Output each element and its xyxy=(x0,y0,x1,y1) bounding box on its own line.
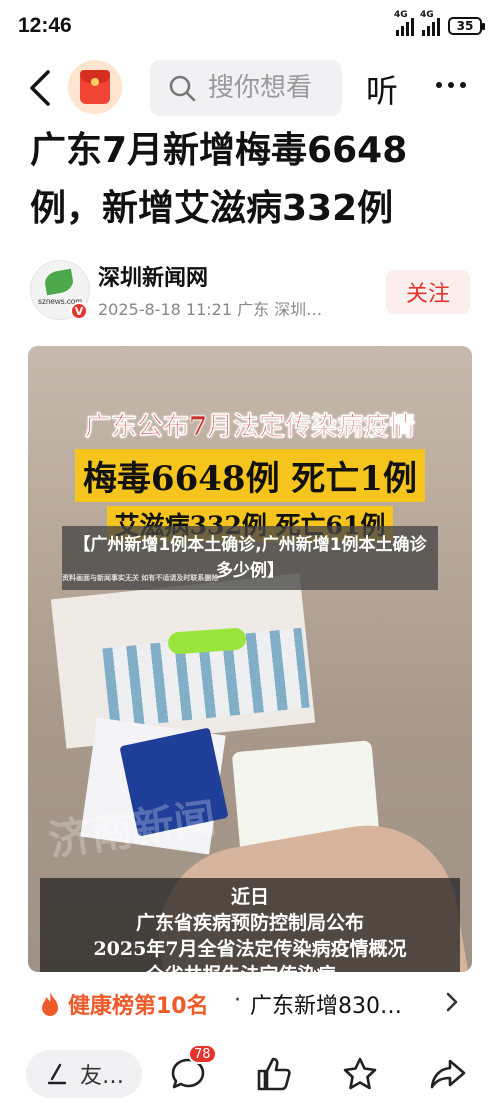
verified-badge: V xyxy=(70,302,88,320)
watermark: 济南新闻 xyxy=(45,793,220,866)
leaf-logo-icon xyxy=(43,268,75,296)
hot-rank-label: 健康榜第10名 xyxy=(68,994,209,1019)
fire-icon xyxy=(42,992,58,1016)
back-button[interactable] xyxy=(20,66,60,110)
top-nav: 听 xyxy=(0,56,500,120)
follow-button[interactable]: 关注 xyxy=(386,270,470,314)
star-icon xyxy=(343,1057,377,1090)
like-icon xyxy=(257,1057,291,1091)
subtitle-line-2: 广东省疾病预防控制局公布 xyxy=(135,912,364,934)
share-icon xyxy=(430,1059,466,1089)
comment-count-badge: 78 xyxy=(188,1044,217,1064)
separator-dot: · xyxy=(234,988,241,1013)
back-arrow-icon xyxy=(30,70,50,106)
status-bar: 12:46 4G 4G 35 xyxy=(0,0,500,52)
battery-level: 35 xyxy=(456,19,474,33)
status-time: 12:46 xyxy=(18,14,72,37)
bottom-action-bar: 友… 78 xyxy=(0,1040,500,1111)
article-video[interactable]: 济南新闻 广东公布7月法定传染病疫情 梅毒6648例 死亡1例 艾滋病332例 … xyxy=(28,346,472,972)
subtitle-line-3: 2025年7月全省法定传染病疫情概况 xyxy=(93,938,407,960)
video-subtitle: 近日 广东省疾病预防控制局公布 2025年7月全省法定传染病疫情概况 全省共报告… xyxy=(40,878,460,972)
author-name[interactable]: 深圳新闻网 xyxy=(98,260,208,292)
more-icon[interactable] xyxy=(436,82,466,88)
like-button[interactable] xyxy=(254,1054,294,1094)
share-button[interactable] xyxy=(428,1054,468,1094)
source-note: 资料画面与新闻事实无关 如有不适请及时联系删除 xyxy=(62,574,219,582)
hot-list-bar[interactable]: 健康榜第10名 · 广东新增830… xyxy=(0,972,500,1032)
author-row: sznews.com V 深圳新闻网 2025-8-18 11:21 广东 深圳… xyxy=(30,256,470,326)
listen-button[interactable]: 听 xyxy=(366,66,398,112)
signal-icon-2: 4G xyxy=(420,10,440,36)
network-type-2: 4G xyxy=(420,10,434,20)
search-icon xyxy=(169,75,196,102)
battery-icon: 35 xyxy=(448,17,485,35)
overlay-title: 广东公布7月法定传染病疫情 梅毒6648例 死亡1例 艾滋病332例 死亡61例 xyxy=(28,406,472,542)
status-indicators: 4G 4G 35 xyxy=(394,10,485,38)
subtitle-line-1: 近日 xyxy=(230,886,269,908)
hot-topic-text: 广东新增830… xyxy=(250,994,402,1019)
caption-bar: 【广州新增1例本土确诊,广州新增1例本土确诊多少例】 资料画面与新闻事实无关 如… xyxy=(62,526,438,590)
overlay-line-1: 广东公布7月法定传染病疫情 xyxy=(84,412,416,443)
article-meta: 2025-8-18 11:21 广东 深圳… xyxy=(98,300,323,319)
red-packet-button[interactable] xyxy=(68,60,122,114)
signal-icon: 4G xyxy=(394,10,414,36)
subtitle-line-4: 全省共报告法定传染病… xyxy=(40,962,460,972)
search-box[interactable] xyxy=(150,60,342,116)
pen-icon xyxy=(47,1063,67,1085)
comment-placeholder: 友… xyxy=(80,1064,125,1089)
chevron-right-icon xyxy=(446,992,458,1012)
favorite-button[interactable] xyxy=(340,1054,380,1094)
comment-input[interactable]: 友… xyxy=(26,1050,142,1098)
overlay-line-2: 梅毒6648例 死亡1例 xyxy=(74,449,426,502)
red-packet-icon xyxy=(80,70,110,104)
article-title: 广东7月新增梅毒6648例，新增艾滋病332例 xyxy=(30,130,408,229)
search-input[interactable] xyxy=(206,72,330,104)
network-type: 4G xyxy=(394,10,408,20)
